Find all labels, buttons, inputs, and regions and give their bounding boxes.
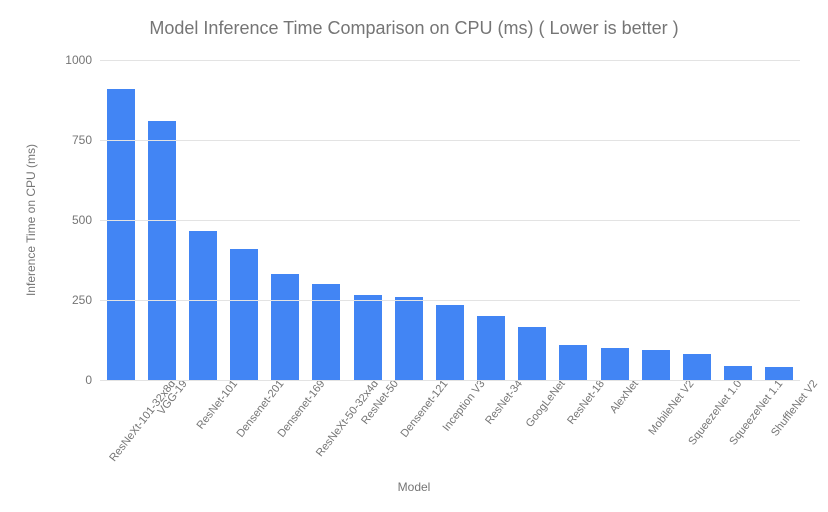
y-tick-label: 500	[72, 213, 100, 227]
y-tick-label: 250	[72, 293, 100, 307]
x-tick-label: AlexNet	[608, 378, 641, 416]
gridline	[100, 220, 800, 221]
bar	[559, 345, 587, 380]
x-tick-label: ResNet-18	[565, 378, 607, 427]
bar	[395, 297, 423, 380]
bar	[312, 284, 340, 380]
gridline	[100, 60, 800, 61]
plot-area: ResNeXt-101-32x8dVGG-19ResNet-101Densene…	[100, 60, 800, 380]
bar	[436, 305, 464, 380]
x-tick-label: MobileNet V2	[646, 378, 696, 437]
bar	[642, 350, 670, 380]
x-axis-title: Model	[0, 480, 828, 494]
bar	[477, 316, 505, 380]
bar	[148, 121, 176, 380]
bar	[518, 327, 546, 380]
gridline	[100, 140, 800, 141]
x-tick-label: ResNeXt-101-32x8d	[107, 378, 178, 464]
gridline	[100, 380, 800, 381]
y-tick-label: 0	[85, 373, 100, 387]
y-tick-label: 750	[72, 133, 100, 147]
bar	[354, 295, 382, 380]
bar	[724, 366, 752, 380]
y-axis-title: Inference Time on CPU (ms)	[24, 144, 38, 296]
bar	[601, 348, 629, 380]
bar	[107, 89, 135, 380]
x-tick-label: Densenet-121	[399, 378, 451, 440]
x-tick-label: GoogLeNet	[524, 378, 568, 430]
bar	[189, 231, 217, 380]
bar	[271, 274, 299, 380]
bar	[230, 249, 258, 380]
chart-container: Model Inference Time Comparison on CPU (…	[0, 0, 828, 512]
x-tick-label: ResNet-34	[483, 378, 525, 427]
y-tick-label: 1000	[65, 53, 100, 67]
bar	[765, 367, 793, 380]
x-tick-label: ResNet-101	[194, 378, 240, 432]
chart-title: Model Inference Time Comparison on CPU (…	[0, 18, 828, 39]
bar	[683, 354, 711, 380]
gridline	[100, 300, 800, 301]
